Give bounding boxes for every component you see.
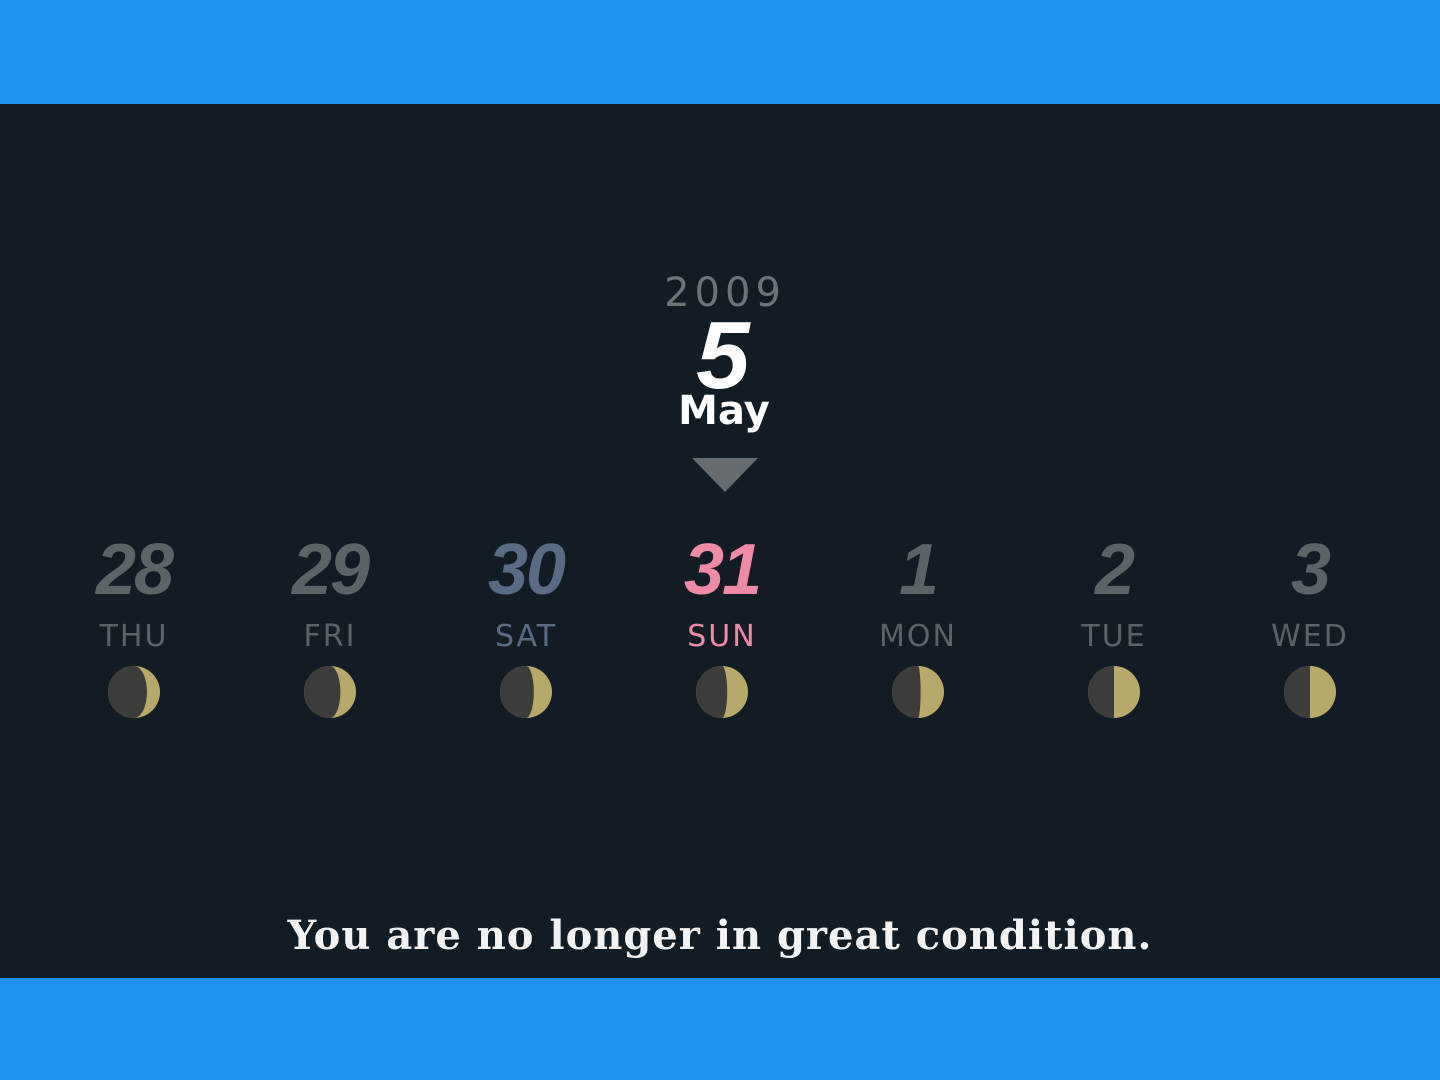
- waxing-crescent-icon: [304, 666, 356, 718]
- first-quarter-moon-icon: [1284, 666, 1336, 718]
- day-number: 30: [487, 530, 566, 610]
- day-column: 28 THU: [36, 530, 232, 718]
- day-number: 28: [95, 530, 174, 610]
- waxing-crescent-icon: [500, 666, 552, 718]
- day-number: 3: [1290, 530, 1331, 610]
- day-number: 31: [683, 530, 762, 610]
- weekday-label: SAT: [494, 619, 558, 654]
- day-column: 3 WED: [1212, 530, 1408, 718]
- first-quarter-moon-icon: [892, 666, 944, 718]
- current-day-pointer-icon: [692, 458, 758, 492]
- first-quarter-moon-icon: [696, 666, 748, 718]
- weekday-label: TUE: [1081, 619, 1147, 654]
- bottom-banner: [0, 978, 1440, 1080]
- day-column: 2 TUE: [1016, 530, 1212, 718]
- day-number: 1: [898, 530, 939, 610]
- day-strip: 28 THU 29 FRI 30 SAT 31 SUN 1 MON 2 TUE 3 WED: [36, 530, 1408, 730]
- day-column: 30 SAT: [428, 530, 624, 718]
- weekday-label: WED: [1271, 619, 1349, 654]
- day-number: 2: [1094, 530, 1135, 610]
- month-name: May: [678, 388, 770, 434]
- day-column: 1 MON: [820, 530, 1016, 718]
- weekday-label: SUN: [687, 619, 757, 654]
- first-quarter-moon-icon: [1088, 666, 1140, 718]
- day-column: 31 SUN: [624, 530, 820, 718]
- weekday-label: MON: [879, 619, 957, 654]
- weekday-label: FRI: [303, 619, 357, 654]
- status-message: You are no longer in great condition.: [287, 912, 1153, 959]
- weekday-label: THU: [99, 619, 169, 654]
- day-number: 29: [291, 530, 370, 610]
- top-banner: [0, 0, 1440, 104]
- waxing-crescent-icon: [108, 666, 160, 718]
- day-column: 29 FRI: [232, 530, 428, 718]
